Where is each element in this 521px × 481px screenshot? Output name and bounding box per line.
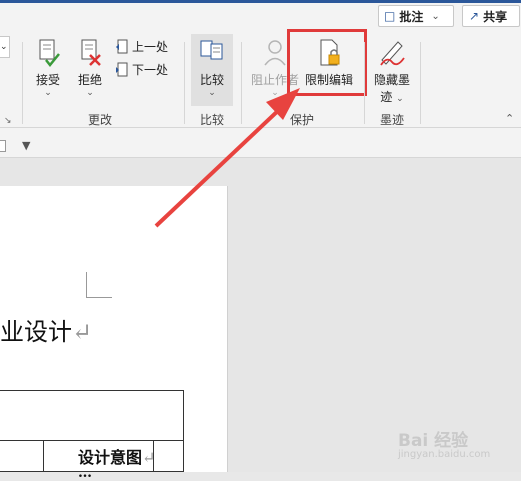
- watermark-url: jingyan.baidu.com: [398, 449, 491, 460]
- watermark-text: Bai 经验: [398, 431, 469, 451]
- watermark: Bai 经验 jingyan.baidu.com: [398, 426, 490, 460]
- annotation-arrow: [154, 88, 300, 228]
